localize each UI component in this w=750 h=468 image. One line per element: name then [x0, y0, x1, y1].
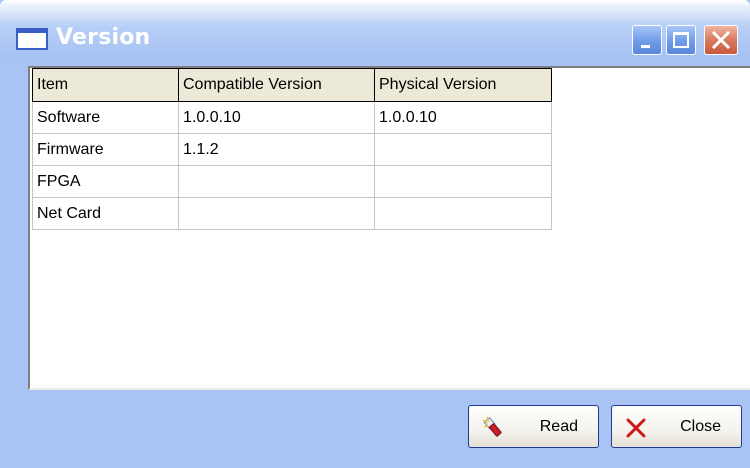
read-button[interactable]: Read	[468, 405, 599, 448]
read-button-label: Read	[539, 418, 578, 435]
table-row[interactable]: Software 1.0.0.10 1.0.0.10	[32, 101, 552, 134]
cell-compatible-version[interactable]	[178, 165, 375, 198]
table-row[interactable]: Firmware 1.1.2	[32, 133, 552, 166]
maximize-icon	[673, 32, 689, 48]
column-header-item[interactable]: Item	[32, 68, 179, 102]
close-button[interactable]: Close	[611, 405, 742, 448]
cell-item[interactable]: Software	[32, 101, 179, 134]
cell-compatible-version[interactable]: 1.0.0.10	[178, 101, 375, 134]
column-header-compatible-version[interactable]: Compatible Version	[178, 68, 375, 102]
table-header-row: Item Compatible Version Physical Version	[32, 68, 552, 102]
cell-item[interactable]: Net Card	[32, 197, 179, 230]
version-table: Item Compatible Version Physical Version…	[32, 68, 552, 230]
version-grid-panel: Item Compatible Version Physical Version…	[28, 66, 750, 390]
table-row[interactable]: FPGA	[32, 165, 552, 198]
cell-item[interactable]: FPGA	[32, 165, 179, 198]
close-button-label: Close	[680, 418, 721, 435]
minimize-button[interactable]	[632, 25, 662, 55]
flashlight-icon	[482, 416, 502, 437]
cell-compatible-version[interactable]	[178, 197, 375, 230]
x-icon	[626, 418, 646, 438]
maximize-button[interactable]	[666, 25, 696, 55]
cell-physical-version[interactable]	[374, 197, 552, 230]
cell-item[interactable]: Firmware	[32, 133, 179, 166]
table-row[interactable]: Net Card	[32, 197, 552, 230]
window-title: Version	[56, 25, 151, 50]
column-header-physical-version[interactable]: Physical Version	[374, 68, 552, 102]
minimize-icon	[641, 45, 650, 48]
version-window: Version Item Compatible Version Physical…	[0, 0, 750, 468]
cell-physical-version[interactable]	[374, 165, 552, 198]
window-app-icon	[16, 28, 48, 50]
close-window-button[interactable]	[704, 25, 738, 55]
close-icon	[711, 31, 731, 49]
cell-physical-version[interactable]	[374, 133, 552, 166]
title-bar[interactable]: Version	[0, 0, 750, 58]
cell-compatible-version[interactable]: 1.1.2	[178, 133, 375, 166]
cell-physical-version[interactable]: 1.0.0.10	[374, 101, 552, 134]
